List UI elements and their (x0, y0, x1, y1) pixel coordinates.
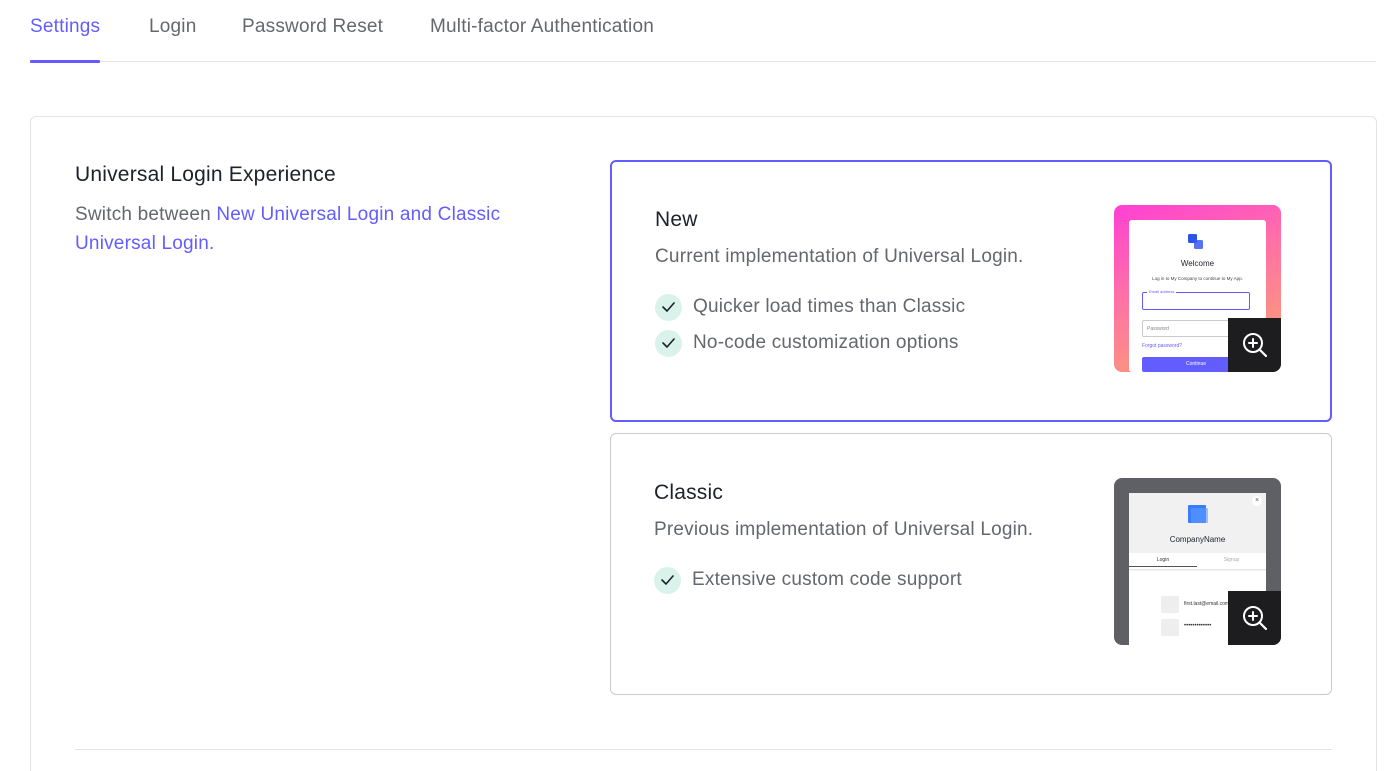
option-title: New (655, 208, 698, 231)
section-title: Universal Login Experience (75, 163, 336, 186)
preview-text: Log in to My Company to continue to My A… (1152, 276, 1243, 281)
option-subtitle: Previous implementation of Universal Log… (654, 519, 1034, 540)
section-description-text: Switch between (75, 204, 217, 225)
company-logo-icon (1188, 234, 1203, 249)
preview-company-name: CompanyName (1169, 535, 1226, 544)
tab-password-reset[interactable]: Password Reset (242, 16, 383, 62)
feature-item: Extensive custom code support (654, 566, 962, 594)
tab-login[interactable]: Login (149, 16, 197, 62)
option-card-classic[interactable]: Classic Previous implementation of Unive… (610, 433, 1332, 695)
tab-multi-factor-authentication[interactable]: Multi-factor Authentication (430, 16, 654, 62)
section-description: Switch between New Universal Login and C… (75, 200, 555, 258)
preview-tab-signup: Signup (1223, 557, 1240, 563)
feature-label: Quicker load times than Classic (693, 296, 966, 317)
preview-email-label: Email address (1147, 289, 1177, 294)
zoom-in-icon (1242, 333, 1267, 358)
preview-tabs: Login Signup (1129, 553, 1266, 570)
check-icon (655, 293, 682, 321)
zoom-in-button[interactable] (1228, 318, 1281, 372)
tab-settings[interactable]: Settings (30, 16, 101, 63)
preview-lock-icon (1161, 619, 1179, 636)
preview-close-icon: × (1252, 496, 1262, 506)
feature-item: Quicker load times than Classic (655, 293, 965, 321)
feature-item: No-code customization options (655, 329, 959, 357)
preview-password-value: ••••••••••••• (1184, 623, 1212, 629)
zoom-in-icon (1242, 606, 1267, 631)
feature-label: Extensive custom code support (692, 569, 962, 590)
preview-user-icon (1161, 596, 1179, 613)
classic-login-preview: × CompanyName Login Signup first.last@em… (1114, 478, 1281, 645)
new-login-preview: Welcome Log in to My Company to continue… (1114, 205, 1281, 372)
option-title: Classic (654, 481, 724, 504)
check-icon (654, 566, 681, 594)
preview-heading: Welcome (1180, 259, 1215, 268)
check-icon (655, 329, 682, 357)
preview-tab-login: Login (1129, 557, 1197, 567)
option-card-new[interactable]: New Current implementation of Universal … (610, 160, 1332, 422)
feature-label: No-code customization options (693, 332, 959, 353)
preview-email-value: first.last@email.com (1184, 601, 1230, 607)
company-logo-icon (1188, 505, 1208, 523)
tab-bar: Settings Login Password Reset Multi-fact… (30, 0, 1376, 63)
zoom-in-button[interactable] (1228, 591, 1281, 645)
preview-email-field: Email address (1142, 289, 1250, 310)
section-divider (75, 749, 1332, 750)
preview-forgot-link: Forgot password? (1142, 343, 1183, 349)
option-subtitle: Current implementation of Universal Logi… (655, 246, 1024, 267)
